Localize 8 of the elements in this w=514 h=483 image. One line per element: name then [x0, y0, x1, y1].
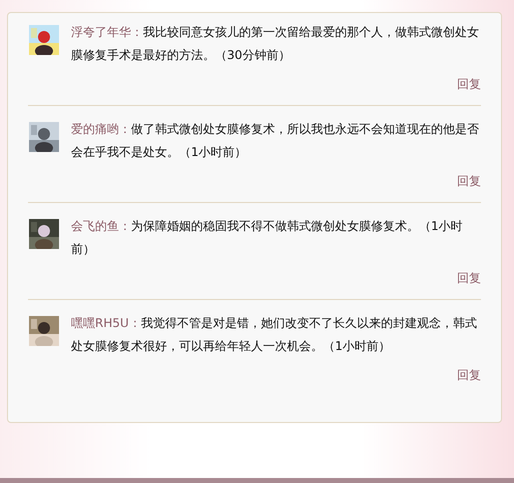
reply-link[interactable]: 回复 [457, 75, 481, 93]
reply-link[interactable]: 回复 [457, 172, 481, 190]
comment-text: 会飞的鱼：为保障婚姻的稳固我不得不做韩式微创处女膜修复术。（1小时前） [71, 218, 464, 258]
reply-link[interactable]: 回复 [457, 366, 481, 384]
comment-text: 嘿嘿RH5U：我觉得不管是对是错，她们改变不了长久以来的封建观念，韩式处女膜修复术很好，可以再给年轻人一次机会。（1小时前） [71, 315, 478, 355]
reply-link[interactable]: 回复 [457, 269, 481, 287]
comment-text: 爱的痛哟：做了韩式微创处女膜修复术，所以我也永远不会知道现在的他是否会在乎我不是处女。（1小时前） [71, 121, 480, 161]
comment-text: 浮夸了年华：我比较同意女孩儿的第一次留给最爱的那个人，做韩式微创处女膜修复手术是最好的方法。（30分钟前） [71, 24, 480, 64]
